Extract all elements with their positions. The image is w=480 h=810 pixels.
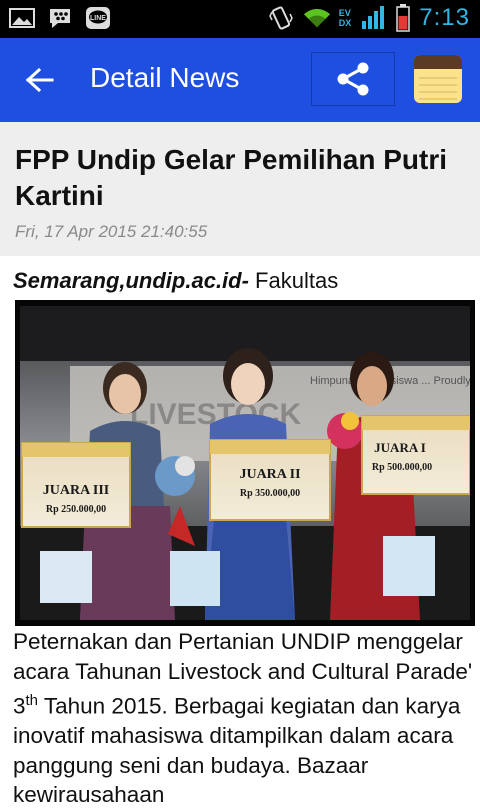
article-body-part2: Tahun 2015. Berbagai kegiatan dan karya … xyxy=(13,693,461,808)
prize-sign-3-amount: Rp 250.000,00 xyxy=(46,504,106,515)
network-type-top: EV xyxy=(338,8,351,18)
prize-sign-2-amount: Rp 350.000,00 xyxy=(240,488,300,499)
article-header: FPP Undip Gelar Pemilihan Putri Kartini … xyxy=(0,122,480,256)
article-date: Fri, 17 Apr 2015 21:40:55 xyxy=(15,222,208,241)
signal-icon xyxy=(359,6,387,30)
network-type-bottom: DX xyxy=(338,18,352,28)
svg-text:LINE: LINE xyxy=(90,15,106,22)
article-body: Peternakan dan Pertanian UNDIP menggelar… xyxy=(13,627,473,810)
notes-button[interactable] xyxy=(396,52,480,106)
app-title: Detail News xyxy=(90,62,240,93)
network-type-label: EV DX xyxy=(339,8,352,28)
article-photo[interactable]: LIVESTOCK Himpunan Mahasiswa ... Proudly… xyxy=(15,300,475,626)
prize-sign-3: JUARA III Rp 250.000,00 xyxy=(21,442,131,528)
picture-icon xyxy=(8,6,36,30)
status-bar: LINE EV DX 7:13 xyxy=(0,0,480,38)
vibrate-icon xyxy=(267,6,295,30)
article-body-superscript: th xyxy=(25,692,39,709)
prize-sign-1: JUARA I Rp 500.000,00 xyxy=(361,415,470,495)
wifi-icon xyxy=(303,6,331,30)
prize-sign-3-title: JUARA III xyxy=(43,483,110,498)
article-lead: Semarang,undip.ac.id- Fakultas xyxy=(13,268,338,294)
article-source: Semarang,undip.ac.id- xyxy=(13,268,249,293)
prize-sign-2: JUARA II Rp 350.000,00 xyxy=(209,439,331,521)
line-app-icon: LINE xyxy=(84,6,112,30)
share-icon xyxy=(337,62,369,96)
app-bar: Detail News xyxy=(0,38,480,122)
article-title: FPP Undip Gelar Pemilihan Putri Kartini xyxy=(15,144,448,211)
battery-icon xyxy=(395,4,411,32)
bbm-icon xyxy=(46,6,74,30)
share-button[interactable] xyxy=(311,52,395,106)
clock: 7:13 xyxy=(419,4,470,31)
back-button[interactable] xyxy=(18,60,62,100)
prize-sign-1-amount: Rp 500.000,00 xyxy=(372,462,432,473)
prize-sign-1-title: JUARA I xyxy=(374,440,426,455)
article-lead-text: Fakultas xyxy=(248,268,339,293)
prize-sign-2-title: JUARA II xyxy=(239,467,300,482)
arrow-left-icon xyxy=(25,67,54,93)
article-photo-illustration: LIVESTOCK Himpunan Mahasiswa ... Proudly… xyxy=(20,306,470,620)
notepad-icon xyxy=(414,55,462,103)
